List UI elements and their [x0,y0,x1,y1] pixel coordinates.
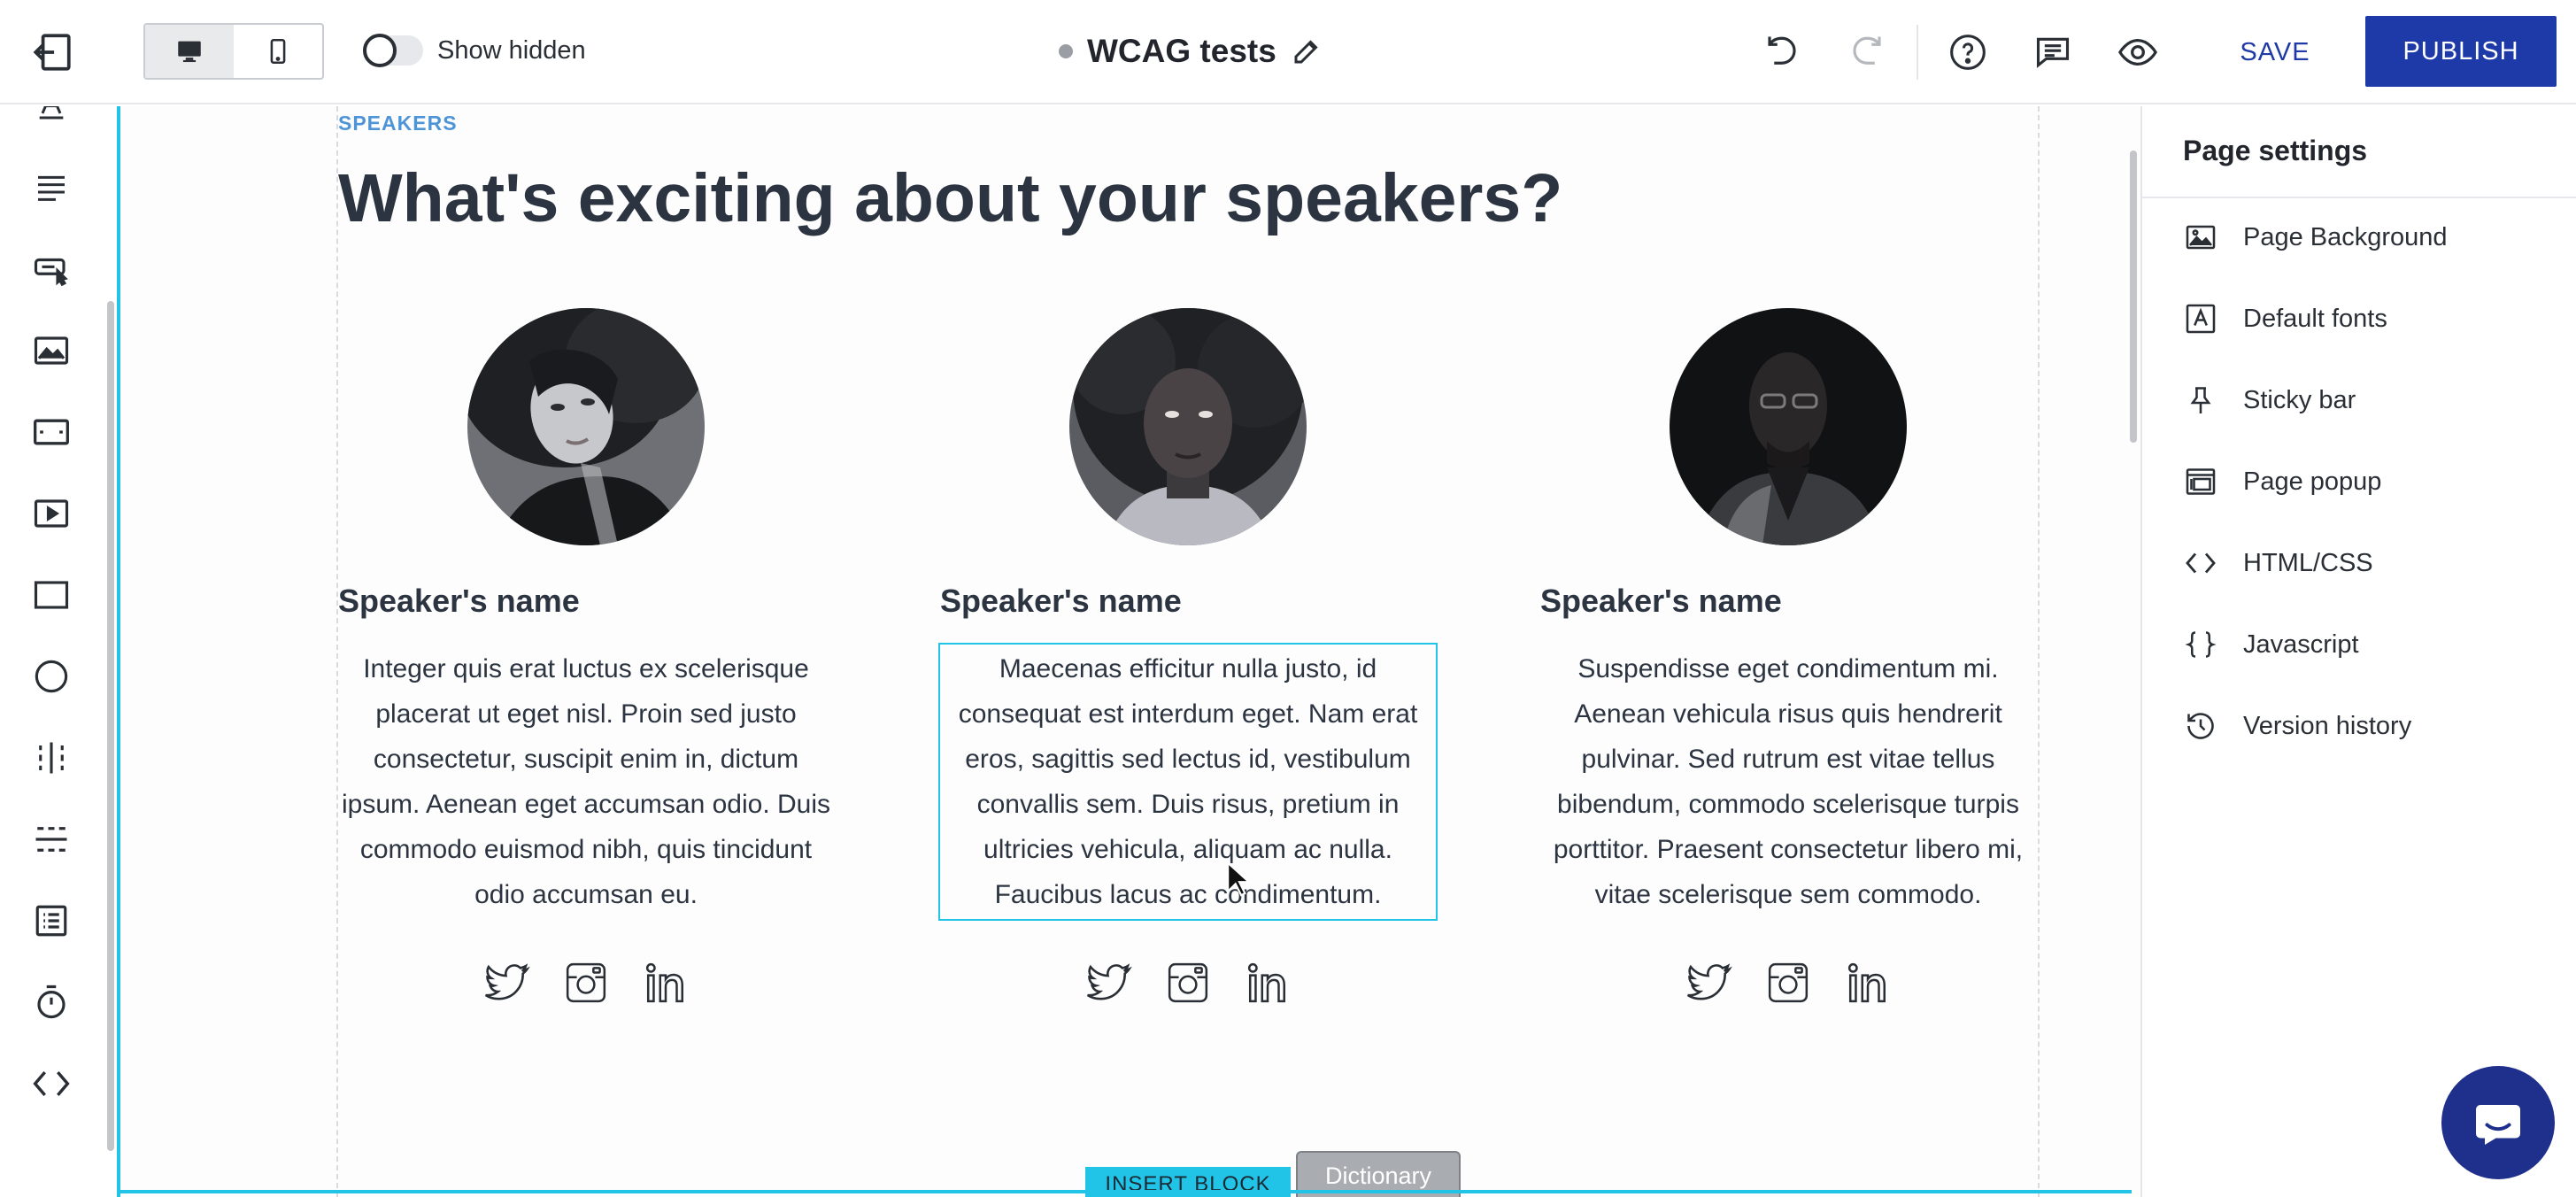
settings-item-label: HTML/CSS [2243,548,2373,577]
code-tool-icon[interactable] [27,1059,76,1108]
mobile-icon [270,38,286,65]
panel-divider [2142,197,2576,198]
speaker-photo[interactable] [467,308,705,545]
paragraph-tool-icon[interactable] [27,163,76,212]
desktop-view-button[interactable] [145,25,234,78]
twitter-icon[interactable] [1682,956,1735,1009]
instagram-icon[interactable] [559,956,613,1009]
layout-guide [2038,106,2040,1197]
device-toggle [143,23,324,80]
show-hidden-toggle[interactable]: Show hidden [363,32,586,69]
box-tool-icon[interactable] [27,407,76,457]
braces-icon [2183,627,2218,662]
circle-tool-icon[interactable] [27,652,76,701]
preview-eye-icon[interactable] [2116,30,2160,74]
desktop-icon [178,41,201,63]
panel-title: Page settings [2183,135,2368,166]
redo-icon[interactable] [1845,30,1889,74]
popup-icon [2183,464,2218,499]
twitter-icon[interactable] [480,956,533,1009]
settings-item-label: Version history [2243,711,2412,740]
pin-icon [2183,382,2218,418]
history-icon [2183,708,2218,744]
page-title-group: WCAG tests [1059,27,1323,76]
speaker-bio[interactable]: Suspendisse eget condimentum mi. Aenean … [1540,645,2036,919]
editor-canvas: SPEAKERS What's exciting about your spea… [117,106,2140,1197]
linkedin-icon[interactable] [1841,956,1894,1009]
save-button[interactable]: SAVE [2222,27,2328,78]
settings-item-label: Javascript [2243,629,2359,659]
vertical-divider-tool-icon[interactable] [27,733,76,783]
settings-item-sticky-bar[interactable]: Sticky bar [2183,375,2356,425]
settings-item-html-css[interactable]: HTML/CSS [2183,538,2373,588]
timer-tool-icon[interactable] [27,977,76,1027]
social-links [1540,956,2036,1009]
speaker-card: Speaker's name Maecenas efficitur nulla … [938,308,1438,1009]
linkedin-icon[interactable] [1241,956,1294,1009]
settings-item-page-background[interactable]: Page Background [2183,212,2448,262]
form-tool-icon[interactable] [27,896,76,946]
canvas-selection-border [117,1190,2132,1193]
settings-item-label: Page Background [2243,222,2448,251]
page-settings-panel: Page settings Page Background Default fo… [2140,106,2576,1197]
speaker-card: Speaker's name Suspendisse eget condimen… [1540,308,2036,1009]
speaker-photo[interactable] [1069,308,1307,545]
toggle-switch[interactable] [363,34,423,67]
speaker-name[interactable]: Speaker's name [1540,583,2036,620]
toolbar-divider [1917,25,1918,80]
settings-item-javascript[interactable]: Javascript [2183,620,2359,669]
mouse-cursor-icon [1226,861,1253,900]
exit-icon[interactable] [30,30,74,74]
image-tool-icon[interactable] [27,326,76,375]
section-heading[interactable]: What's exciting about your speakers? [338,159,1562,238]
social-links [940,956,1436,1009]
rectangle-tool-icon[interactable] [27,570,76,620]
settings-item-default-fonts[interactable]: Default fonts [2183,294,2387,344]
code-icon [2183,545,2218,581]
chat-support-button[interactable] [2441,1066,2555,1179]
help-icon[interactable] [1946,30,1990,74]
instagram-icon[interactable] [1762,956,1815,1009]
top-bar: Show hidden WCAG tests SAVE PUBLISH [0,0,2576,104]
speaker-bio[interactable]: Integer quis erat luctus ex scelerisque … [338,645,834,919]
linkedin-icon[interactable] [639,956,692,1009]
button-tool-icon[interactable] [27,244,76,294]
settings-item-version-history[interactable]: Version history [2183,701,2411,751]
left-toolbar-scrollbar[interactable] [107,301,114,1151]
show-hidden-label: Show hidden [437,35,586,65]
settings-item-page-popup[interactable]: Page popup [2183,457,2381,506]
settings-item-label: Sticky bar [2243,385,2356,414]
chat-icon [2476,1105,2520,1145]
speaker-photo[interactable] [1670,308,1907,545]
undo-icon[interactable] [1760,30,1804,74]
image-icon [2183,220,2218,255]
font-icon [2183,301,2218,336]
mobile-view-button[interactable] [234,25,322,78]
twitter-icon[interactable] [1082,956,1135,1009]
settings-item-label: Page popup [2243,467,2382,496]
comments-icon[interactable] [2031,30,2075,74]
speaker-card: Speaker's name Integer quis erat luctus … [338,308,834,1009]
social-links [338,956,834,1009]
canvas-scrollbar[interactable] [2130,151,2137,443]
video-tool-icon[interactable] [27,489,76,538]
page-title: WCAG tests [1087,33,1276,69]
publish-button[interactable]: PUBLISH [2365,16,2557,87]
speaker-name[interactable]: Speaker's name [940,583,1436,620]
heading-tool-icon[interactable] [27,106,76,129]
speaker-name[interactable]: Speaker's name [338,583,834,620]
status-dot [1059,44,1073,58]
settings-item-label: Default fonts [2243,304,2387,333]
canvas-selection-border [117,106,120,1197]
instagram-icon[interactable] [1161,956,1215,1009]
left-toolbar [0,106,106,1197]
horizontal-divider-tool-icon[interactable] [27,815,76,864]
section-label[interactable]: SPEAKERS [338,112,458,135]
edit-title-icon[interactable] [1291,35,1323,67]
speaker-bio[interactable]: Maecenas efficitur nulla justo, id conse… [938,643,1438,921]
